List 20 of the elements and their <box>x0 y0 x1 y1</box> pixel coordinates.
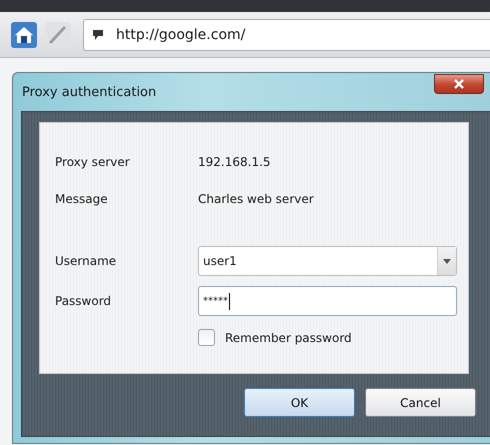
close-icon[interactable] <box>453 79 465 89</box>
address-bar[interactable]: http://google.com/ <box>83 18 490 50</box>
checkbox-label: Remember password <box>225 330 352 344</box>
field-label: Password <box>55 294 112 308</box>
field-value: 192.168.1.5 <box>198 154 271 168</box>
checkbox[interactable] <box>198 329 215 346</box>
username-combo[interactable]: user1 <box>198 246 457 276</box>
password-field[interactable]: ***** <box>198 286 457 316</box>
speech-bubble-icon <box>92 28 104 40</box>
field-value: Charles web server <box>198 192 314 206</box>
dropdown-arrow-icon[interactable] <box>443 258 451 264</box>
dialog-title: Proxy authentication <box>22 84 156 100</box>
url-text: http://google.com/ <box>116 26 246 42</box>
cancel-button[interactable]: Cancel <box>365 388 476 417</box>
close-button[interactable] <box>434 74 484 94</box>
home-icon[interactable] <box>11 22 37 48</box>
field-label: Username <box>55 254 118 268</box>
ok-button[interactable]: OK <box>244 388 355 417</box>
field-label: Message <box>55 192 109 206</box>
field-label: Proxy server <box>55 154 131 168</box>
